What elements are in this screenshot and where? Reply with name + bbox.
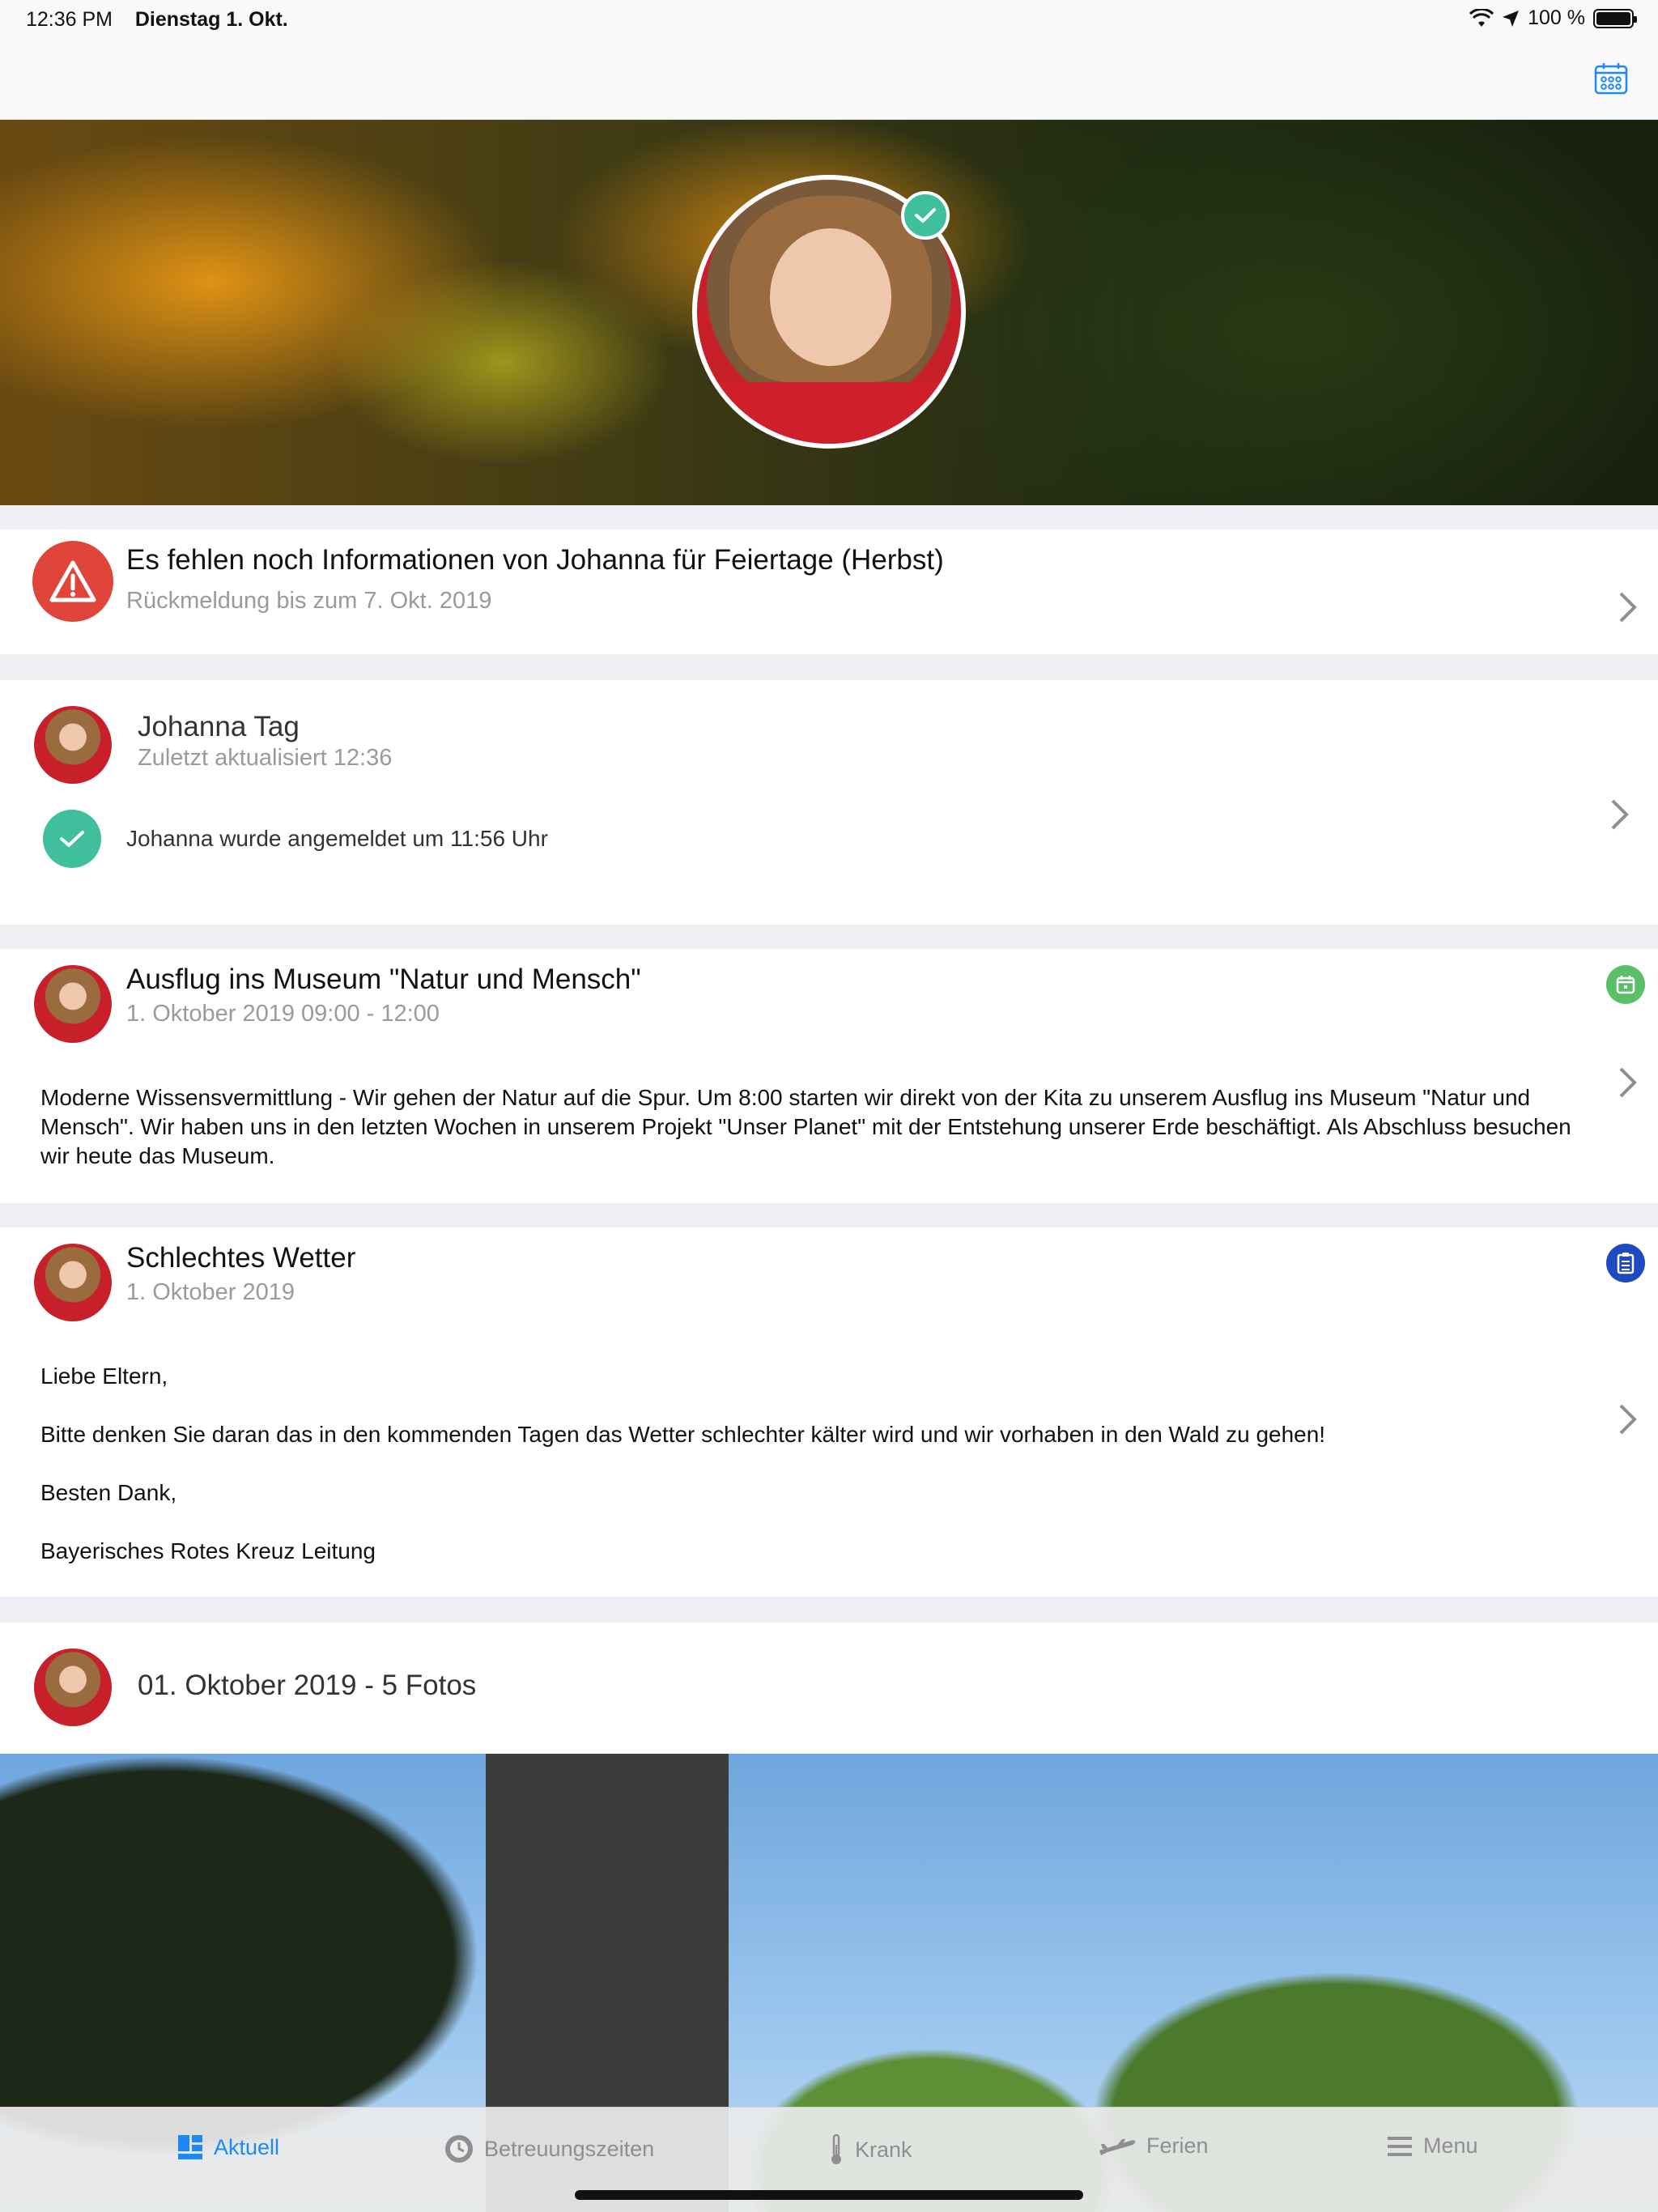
chevron-right-icon [1619,1404,1637,1435]
notice-line: Liebe Eltern, [40,1363,168,1389]
notice-line: Bitte denken Sie daran das in den kommen… [40,1422,1326,1447]
location-arrow-icon [1503,10,1520,27]
event-time: 1. Oktober 2019 09:00 - 12:00 [126,1001,440,1027]
notice-card[interactable]: Schlechtes Wetter 1. Oktober 2019 Liebe … [0,1227,1658,1597]
checked-in-badge-icon [901,191,950,240]
tab-krank[interactable]: Krank [827,2133,912,2166]
date-text: Dienstag 1. Okt. [134,8,288,31]
notice-line: Besten Dank, [40,1480,177,1505]
photos-card[interactable]: 01. Oktober 2019 - 5 Fotos [0,1623,1658,1754]
status-time: 12:36 PM Dienstag 1. Okt. [26,8,288,32]
calendar-event-icon [1606,965,1645,1004]
tab-label: Menu [1423,2133,1478,2158]
clock-icon [445,2135,473,2163]
tab-ferien[interactable]: Ferien [1098,2133,1209,2159]
notice-title: Schlechtes Wetter [126,1242,356,1274]
avatar [34,1244,112,1321]
chevron-right-icon [1611,799,1629,830]
day-status-text: Johanna wurde angemeldet um 11:56 Uhr [126,826,548,851]
photos-title: 01. Oktober 2019 - 5 Fotos [138,1670,477,1701]
avatar [34,706,112,784]
avatar [34,1648,112,1726]
wifi-icon [1469,8,1494,27]
day-updated: Zuletzt aktualisiert 12:36 [138,745,393,771]
tab-aktuell[interactable]: Aktuell [176,2133,279,2161]
chevron-right-icon [1619,592,1637,623]
tab-menu[interactable]: Menu [1386,2133,1478,2159]
day-status-card[interactable]: Johanna Tag Zuletzt aktualisiert 12:36 J… [0,680,1658,925]
navigation-bar: 12:36 PM Dienstag 1. Okt. 100 % [0,0,1658,120]
tab-label: Ferien [1146,2133,1209,2158]
notice-line: Bayerisches Rotes Kreuz Leitung [40,1538,376,1563]
tab-label: Aktuell [214,2134,280,2159]
event-card[interactable]: Ausflug ins Museum "Natur und Mensch" 1.… [0,949,1658,1203]
tab-label: Krank [855,2137,912,2162]
missing-info-card[interactable]: Es fehlen noch Informationen von Johanna… [0,530,1658,654]
hamburger-icon [1388,2136,1412,2156]
event-title: Ausflug ins Museum "Natur und Mensch" [126,963,641,995]
checkmark-icon [43,810,101,868]
calendar-icon[interactable] [1593,62,1629,96]
day-title: Johanna Tag [138,711,300,742]
status-indicators: 100 % [1469,6,1637,30]
tab-label: Betreuungszeiten [484,2136,655,2161]
chevron-right-icon [1619,1067,1637,1098]
notice-date: 1. Oktober 2019 [126,1279,295,1305]
alert-subtitle: Rückmeldung bis zum 7. Okt. 2019 [126,588,492,614]
clipboard-icon [1606,1244,1645,1283]
battery-icon [1593,8,1637,28]
battery-percent: 100 % [1528,6,1585,29]
avatar [34,965,112,1043]
thermometer-icon [831,2133,841,2164]
home-indicator[interactable] [575,2190,1083,2200]
airplane-icon [1099,2138,1136,2155]
tab-betreuungszeiten[interactable]: Betreuungszeiten [444,2133,654,2164]
warning-icon [32,541,113,622]
event-description: Moderne Wissensvermittlung - Wir gehen d… [40,1085,1571,1168]
clock-text: 12:36 PM [26,8,113,31]
alert-title: Es fehlen noch Informationen von Johanna… [126,544,944,576]
dashboard-icon [178,2135,202,2159]
